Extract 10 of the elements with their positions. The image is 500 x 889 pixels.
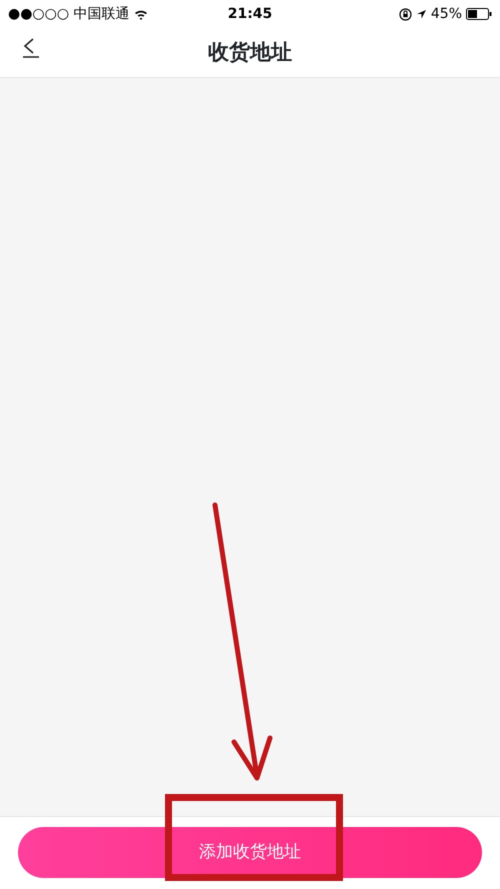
wifi-icon bbox=[134, 8, 148, 20]
battery-percent: 45% bbox=[430, 4, 462, 24]
page-title: 收货地址 bbox=[208, 38, 292, 66]
clock-time: 21:45 bbox=[228, 4, 272, 24]
lock-rotation-icon bbox=[398, 8, 412, 20]
add-address-button[interactable]: 添加收货地址 bbox=[18, 827, 482, 878]
carrier-text: ●●○○○ 中国联通 bbox=[8, 4, 130, 24]
location-arrow-icon bbox=[416, 8, 427, 20]
back-icon[interactable] bbox=[20, 36, 42, 58]
battery-icon bbox=[466, 8, 492, 20]
